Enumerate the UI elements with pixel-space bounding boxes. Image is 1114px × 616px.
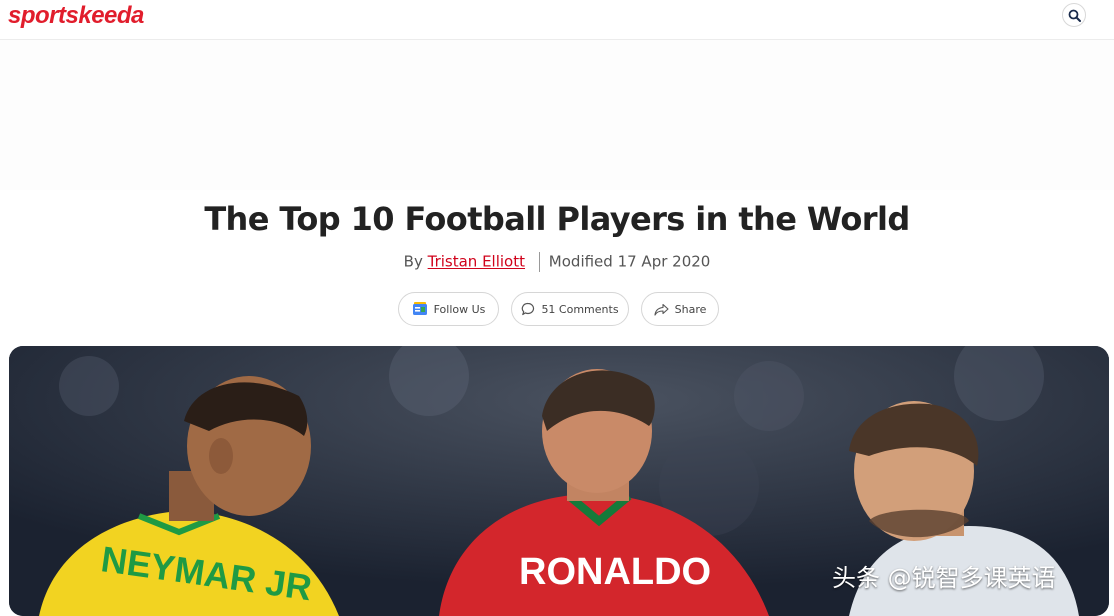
- follow-us-label: Follow Us: [433, 302, 486, 316]
- comments-count: 51 Comments: [541, 302, 619, 316]
- article-title: The Top 10 Football Players in the World: [204, 200, 910, 238]
- article-byline: By Tristan Elliott Modified 17 Apr 2020: [0, 252, 1114, 272]
- share-button[interactable]: Share: [641, 292, 719, 326]
- watermark-text: 头条 @锐智多课英语: [832, 564, 1056, 592]
- share-icon: [654, 303, 669, 316]
- sportskeeda-logo[interactable]: sportskeeda: [8, 2, 144, 30]
- jersey-text-center: RONALDO: [519, 551, 711, 593]
- follow-us-button[interactable]: Follow Us: [398, 292, 499, 326]
- search-button[interactable]: [1062, 3, 1086, 27]
- ad-placeholder: [0, 40, 1114, 190]
- comment-icon: [522, 302, 535, 316]
- comments-button[interactable]: 51 Comments: [511, 292, 629, 326]
- google-news-icon: [412, 302, 427, 315]
- search-icon: [1068, 9, 1081, 22]
- author-link[interactable]: Tristan Elliott: [428, 253, 525, 271]
- article-actions: Follow Us 51 Comments Share: [0, 292, 1114, 328]
- site-header: sportskeeda: [0, 0, 1114, 40]
- modified-date: Modified 17 Apr 2020: [548, 252, 711, 271]
- byline-divider: [538, 252, 540, 272]
- by-label: By: [403, 252, 423, 271]
- share-label: Share: [674, 302, 707, 316]
